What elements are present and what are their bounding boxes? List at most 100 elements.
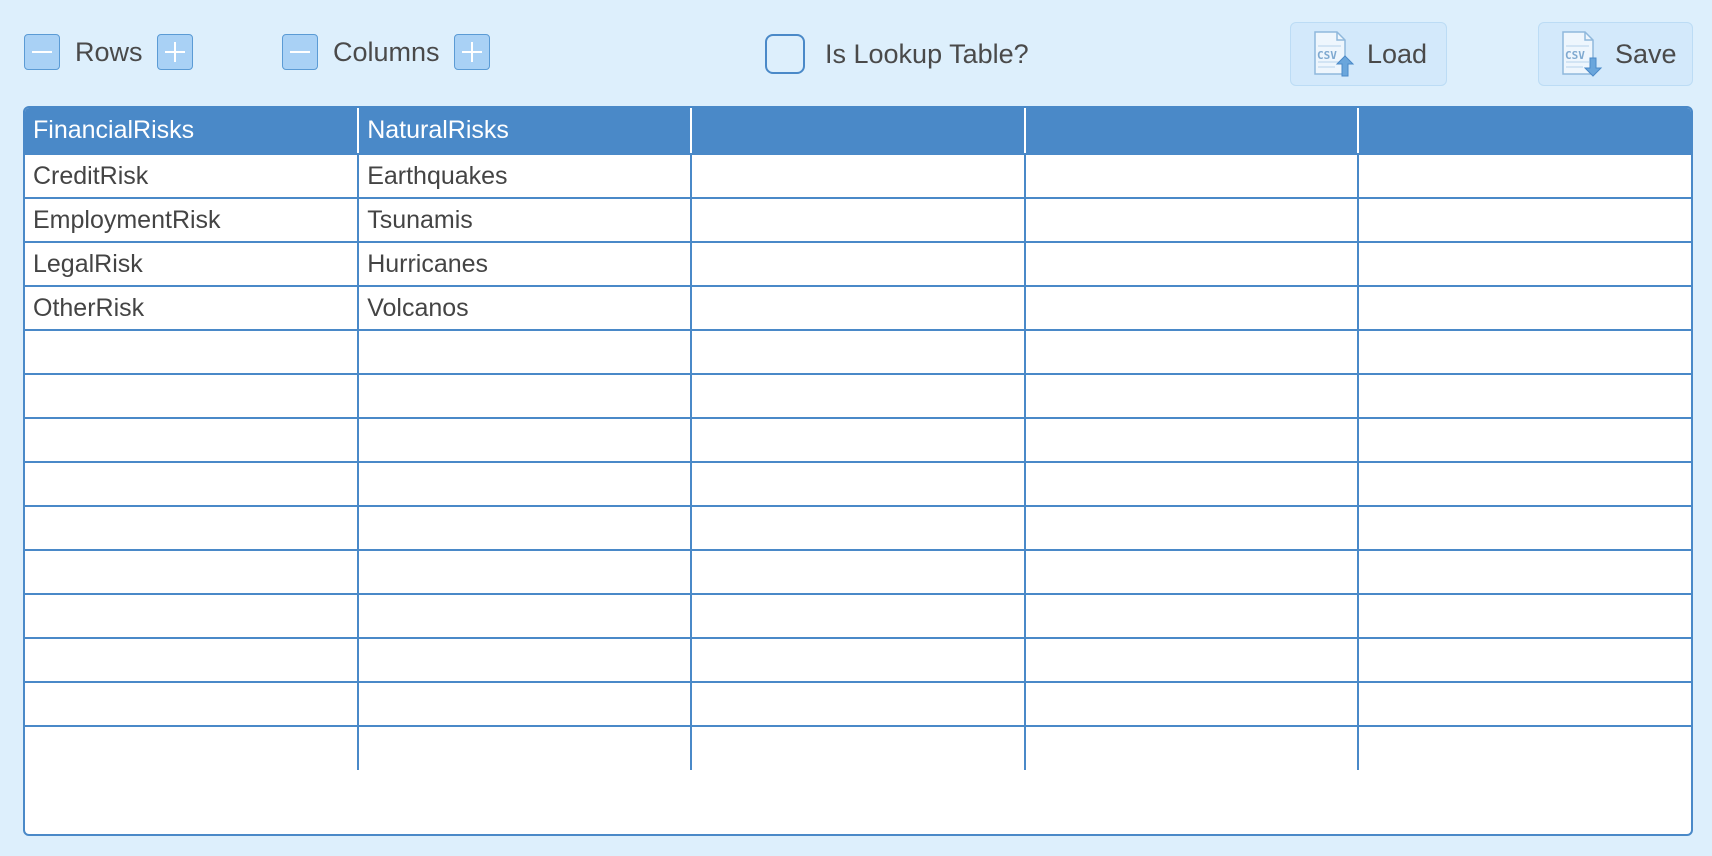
table-cell[interactable]: [1356, 417, 1691, 463]
column-header[interactable]: FinancialRisks: [25, 108, 360, 155]
lookup-table-checkbox[interactable]: [765, 34, 805, 74]
table-cell[interactable]: OtherRisk: [25, 285, 360, 331]
table-cell[interactable]: [1356, 505, 1691, 551]
table-cell[interactable]: [357, 329, 693, 375]
rows-increment-button[interactable]: [156, 34, 193, 70]
table-cell[interactable]: [357, 681, 693, 727]
table-cell[interactable]: [1356, 549, 1691, 595]
table-cell[interactable]: [1023, 285, 1359, 331]
table-cell[interactable]: [25, 417, 360, 463]
column-header[interactable]: [1356, 108, 1691, 155]
table-cell[interactable]: [357, 461, 693, 507]
table-cell[interactable]: [690, 461, 1026, 507]
table-cell[interactable]: EmploymentRisk: [25, 197, 360, 243]
table-cell[interactable]: [25, 593, 360, 639]
table-cell[interactable]: [690, 681, 1026, 727]
columns-decrement-button[interactable]: [282, 34, 318, 70]
table-cell[interactable]: [1023, 153, 1359, 199]
table-cell[interactable]: [690, 637, 1026, 683]
table-cell[interactable]: Volcanos: [357, 285, 693, 331]
table-cell[interactable]: [690, 725, 1026, 770]
table-cell[interactable]: [690, 153, 1026, 199]
table-cell[interactable]: [357, 505, 693, 551]
table-row: [25, 461, 1691, 507]
table-cell[interactable]: [1356, 153, 1691, 199]
table-row: [25, 593, 1691, 639]
csv-download-icon: CSV: [1562, 31, 1603, 77]
svg-text:CSV: CSV: [1317, 49, 1337, 62]
table-row: [25, 681, 1691, 727]
table-cell[interactable]: [690, 241, 1026, 287]
toolbar: Rows Columns Is Lookup Table? CSV Load C…: [0, 0, 1712, 100]
column-header[interactable]: NaturalRisks: [357, 108, 693, 155]
table-cell[interactable]: [690, 285, 1026, 331]
table-cell[interactable]: [1356, 285, 1691, 331]
table-cell[interactable]: [1023, 725, 1359, 770]
table-cell[interactable]: [357, 549, 693, 595]
table-cell[interactable]: [357, 373, 693, 419]
table-cell[interactable]: [1356, 637, 1691, 683]
table-cell[interactable]: [25, 681, 360, 727]
table-cell[interactable]: [25, 329, 360, 375]
table-cell[interactable]: [357, 593, 693, 639]
table-cell[interactable]: [690, 593, 1026, 639]
table-cell[interactable]: [690, 417, 1026, 463]
header-row: FinancialRisks NaturalRisks: [25, 108, 1691, 155]
csv-upload-icon: CSV: [1314, 31, 1355, 77]
table-cell[interactable]: [25, 549, 360, 595]
table-cell[interactable]: [690, 373, 1026, 419]
rows-stepper: Rows: [24, 34, 193, 70]
column-header[interactable]: [690, 108, 1026, 155]
table-cell[interactable]: [1356, 681, 1691, 727]
table-row: [25, 637, 1691, 683]
table-row: [25, 505, 1691, 551]
table-cell[interactable]: [1356, 329, 1691, 375]
load-button[interactable]: CSV Load: [1290, 22, 1447, 86]
save-button[interactable]: CSV Save: [1538, 22, 1693, 86]
table-cell[interactable]: LegalRisk: [25, 241, 360, 287]
table-cell[interactable]: Tsunamis: [357, 197, 693, 243]
table-cell[interactable]: [357, 725, 693, 770]
table-cell[interactable]: [357, 417, 693, 463]
table-cell[interactable]: [1023, 549, 1359, 595]
table-cell[interactable]: [1356, 461, 1691, 507]
table-cell[interactable]: [1023, 505, 1359, 551]
column-header[interactable]: [1023, 108, 1359, 155]
table-row: [25, 549, 1691, 595]
rows-label: Rows: [75, 37, 143, 67]
minus-icon: [290, 51, 310, 53]
table-cell[interactable]: [1023, 373, 1359, 419]
table-cell[interactable]: CreditRisk: [25, 153, 360, 199]
table-cell[interactable]: [1356, 373, 1691, 419]
table-cell[interactable]: [1356, 725, 1691, 770]
table-cell[interactable]: [1023, 637, 1359, 683]
table-cell[interactable]: [690, 329, 1026, 375]
columns-increment-button[interactable]: [453, 34, 490, 70]
table-cell[interactable]: [1023, 197, 1359, 243]
minus-icon: [32, 51, 52, 53]
table-cell[interactable]: [25, 725, 360, 770]
table-cell[interactable]: [25, 505, 360, 551]
table-cell[interactable]: [25, 461, 360, 507]
table-cell[interactable]: Earthquakes: [357, 153, 693, 199]
table-cell[interactable]: [1023, 461, 1359, 507]
rows-decrement-button[interactable]: [24, 34, 60, 70]
table-cell[interactable]: [1023, 241, 1359, 287]
table-cell[interactable]: Hurricanes: [357, 241, 693, 287]
table-cell[interactable]: [1356, 197, 1691, 243]
table-cell[interactable]: [1023, 417, 1359, 463]
table-cell[interactable]: [690, 505, 1026, 551]
table-cell[interactable]: [1023, 329, 1359, 375]
table-cell[interactable]: [1023, 593, 1359, 639]
load-label: Load: [1367, 38, 1428, 69]
columns-stepper: Columns: [282, 34, 490, 70]
table-cell[interactable]: [25, 373, 360, 419]
table-cell[interactable]: [1023, 681, 1359, 727]
lookup-table-label: Is Lookup Table?: [825, 38, 1029, 69]
table-cell[interactable]: [25, 637, 360, 683]
table-cell[interactable]: [357, 637, 693, 683]
table-cell[interactable]: [1356, 593, 1691, 639]
table-cell[interactable]: [690, 197, 1026, 243]
table-cell[interactable]: [690, 549, 1026, 595]
table-cell[interactable]: [1356, 241, 1691, 287]
